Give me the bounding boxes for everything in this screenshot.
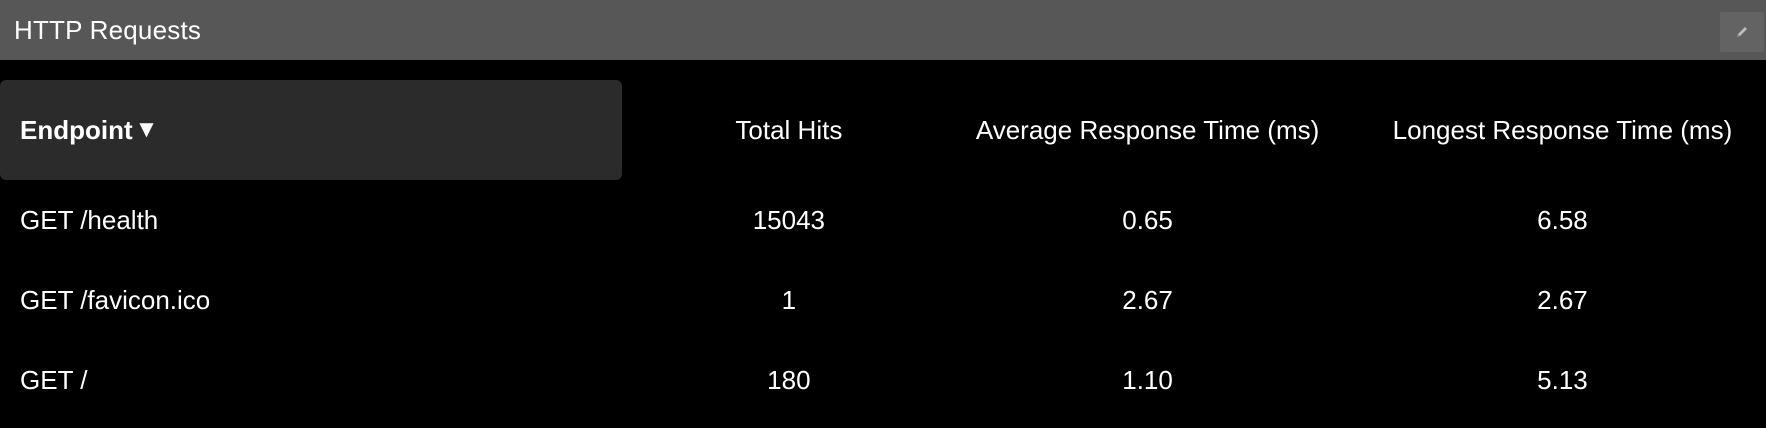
- endpoint-header-label: Endpoint: [20, 114, 133, 145]
- average-response-cell: 1.10: [1122, 364, 1173, 395]
- requests-table: Endpoint ▼ Total Hits Average Response Ti…: [0, 80, 1766, 420]
- panel-header: HTTP Requests: [0, 0, 1766, 60]
- column-header-total-hits[interactable]: Total Hits: [642, 80, 937, 180]
- sort-descending-icon: ▼: [134, 116, 159, 143]
- table-header-row: Endpoint ▼ Total Hits Average Response Ti…: [0, 80, 1766, 180]
- endpoint-cell: GET /health: [20, 204, 159, 235]
- total-hits-cell: 15043: [752, 204, 826, 235]
- longest-response-cell: 5.13: [1537, 364, 1588, 395]
- table-row: GET /favicon.ico 1 2.67 2.67: [0, 260, 1766, 340]
- column-header-longest-response[interactable]: Longest Response Time (ms): [1359, 80, 1766, 180]
- table-row: GET / 180 1.10 5.13: [0, 340, 1766, 420]
- longest-response-cell: 6.58: [1537, 204, 1588, 235]
- average-response-cell: 2.67: [1122, 284, 1173, 315]
- average-response-cell: 0.65: [1122, 204, 1173, 235]
- http-requests-panel: HTTP Requests Endpoint ▼ Total Hits Avera…: [0, 0, 1766, 428]
- column-header-average-response[interactable]: Average Response Time (ms): [936, 80, 1359, 180]
- longest-response-cell: 2.67: [1537, 284, 1588, 315]
- panel-title: HTTP Requests: [14, 14, 202, 45]
- endpoint-cell: GET /: [20, 364, 88, 395]
- total-hits-cell: 180: [767, 364, 811, 395]
- total-hits-cell: 1: [781, 284, 797, 315]
- endpoint-sort-button[interactable]: Endpoint ▼: [0, 80, 622, 180]
- table-row: GET /health 15043 0.65 6.58: [0, 180, 1766, 260]
- column-header-endpoint[interactable]: Endpoint ▼: [0, 80, 642, 180]
- edit-panel-button[interactable]: [1720, 12, 1764, 52]
- pencil-icon: [1737, 27, 1747, 37]
- endpoint-cell: GET /favicon.ico: [20, 284, 211, 315]
